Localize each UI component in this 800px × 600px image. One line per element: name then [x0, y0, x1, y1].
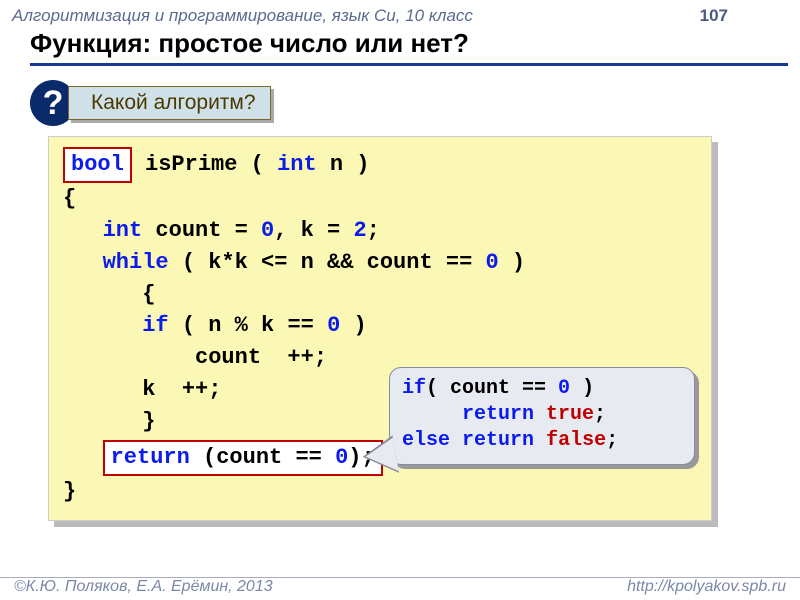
- footer-copyright: ©К.Ю. Поляков, Е.А. Ерёмин, 2013: [14, 578, 273, 596]
- footer-url: http://kpolyakov.spb.ru: [627, 578, 786, 596]
- callout-bubble: if( count == 0 ) return true; else retur…: [389, 367, 695, 465]
- slide-footer: ©К.Ю. Поляков, Е.А. Ерёмин, 2013 http://…: [0, 577, 800, 596]
- callout-tail: [363, 438, 398, 477]
- code-line-3: int count = 0, k = 2;: [63, 215, 693, 247]
- code-line-6: if ( n % k == 0 ): [63, 310, 693, 342]
- callout-line-1: if( count == 0 ): [402, 376, 682, 402]
- code-line-5: {: [63, 279, 693, 311]
- code-line-1: bool isPrime ( int n ): [63, 147, 693, 183]
- slide-header: Алгоритмизация и программирование, язык …: [0, 0, 800, 28]
- question-text: Какой алгоритм?: [68, 86, 271, 120]
- callout-line-2: return true;: [402, 402, 682, 428]
- code-line-2: {: [63, 183, 693, 215]
- code-line-4: while ( k*k <= n && count == 0 ): [63, 247, 693, 279]
- course-title: Алгоритмизация и программирование, язык …: [12, 6, 473, 26]
- bool-highlight: bool: [63, 147, 132, 183]
- page-number: 107: [700, 6, 728, 26]
- return-highlight: return (count == 0);: [103, 440, 383, 476]
- callout-line-3: else return false;: [402, 428, 682, 454]
- code-block: bool isPrime ( int n ) { int count = 0, …: [48, 136, 712, 521]
- question-row: ? Какой алгоритм?: [30, 80, 800, 126]
- slide-title: Функция: простое число или нет?: [30, 28, 788, 66]
- code-line-11: }: [63, 476, 693, 508]
